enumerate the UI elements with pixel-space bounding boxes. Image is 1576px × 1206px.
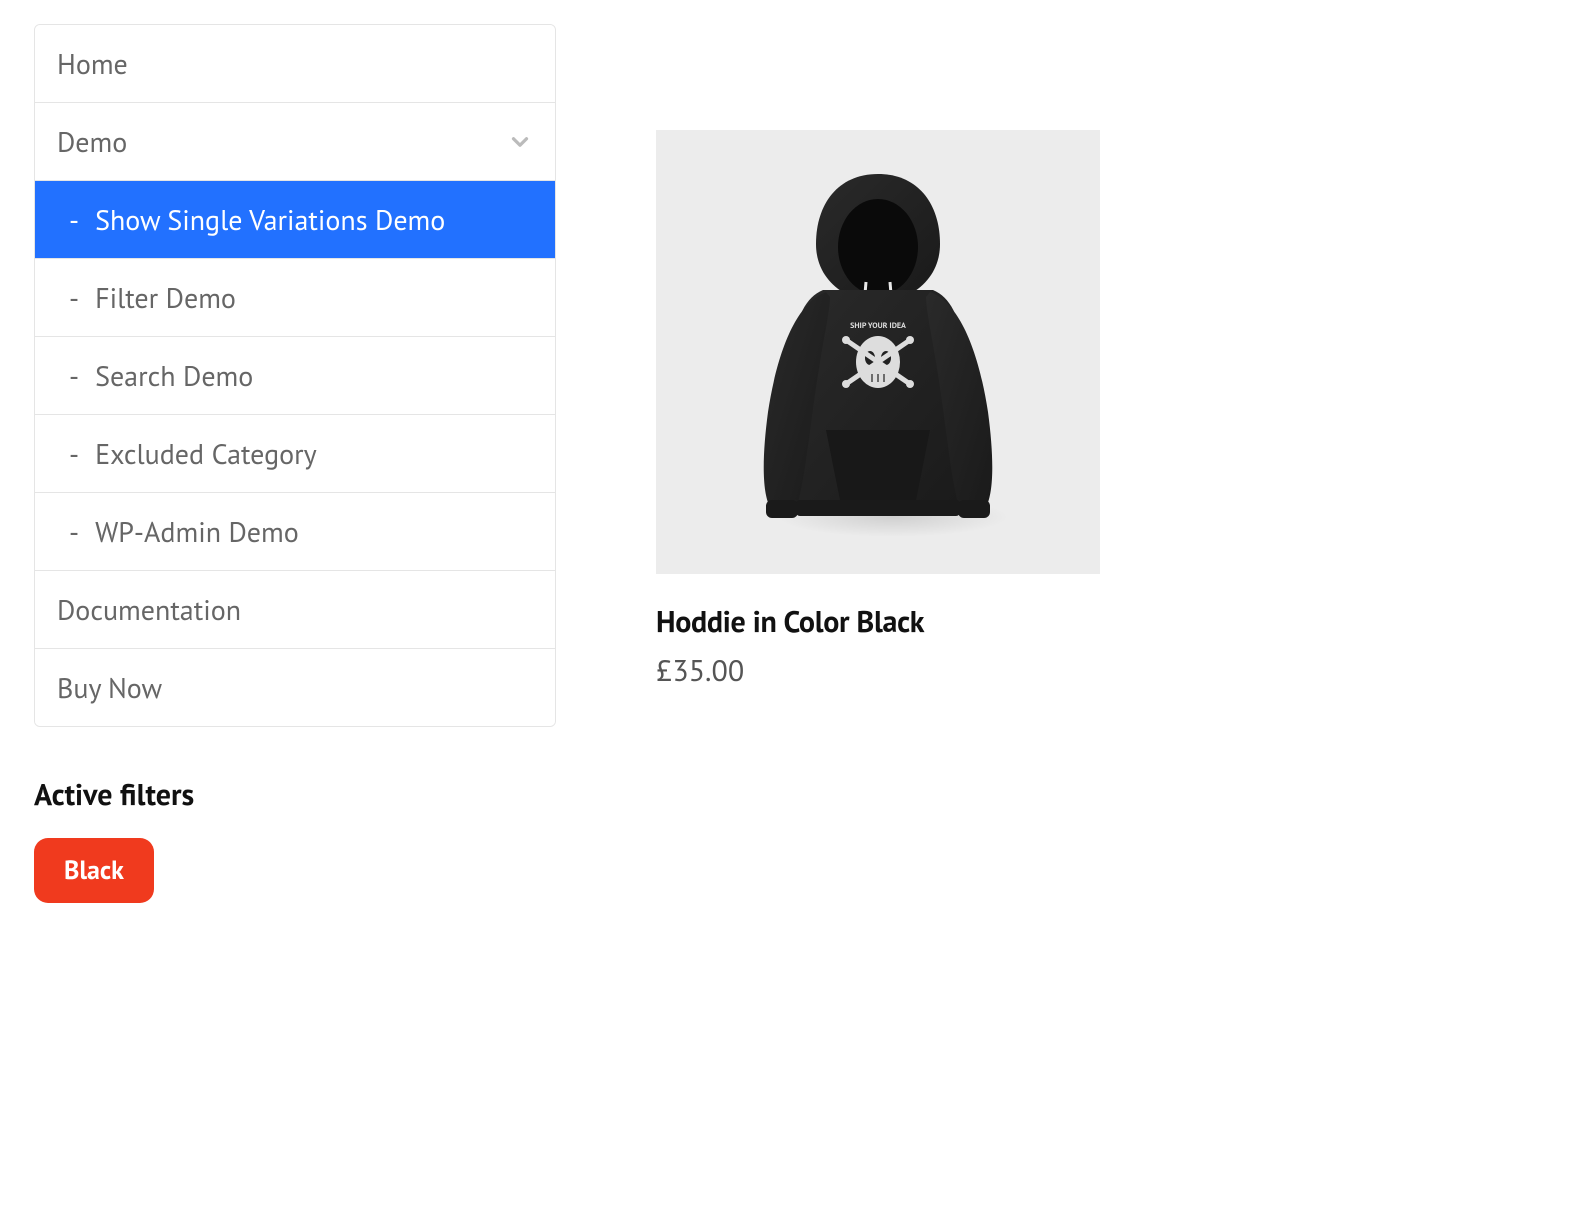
filter-chip-black[interactable]: Black — [34, 838, 154, 903]
dash-icon: - — [69, 357, 79, 394]
nav-item-documentation[interactable]: Documentation — [35, 571, 555, 649]
product-image: SHIP YOUR IDEA — [656, 130, 1100, 574]
nav-item-demo[interactable]: Demo — [35, 103, 555, 181]
nav-label-documentation: Documentation — [57, 591, 241, 628]
nav-item-buy-now[interactable]: Buy Now — [35, 649, 555, 726]
nav-sublabel: Excluded Category — [95, 435, 317, 472]
product-title: Hoddie in Color Black — [656, 602, 1100, 641]
nav-sublabel: Filter Demo — [95, 279, 236, 316]
nav-subitem-wpadmin-demo[interactable]: - WP-Admin Demo — [35, 493, 555, 571]
nav-menu: Home Demo - Show Single Variations Demo … — [34, 24, 556, 727]
nav-sublabel: Show Single Variations Demo — [95, 201, 445, 238]
product-card[interactable]: SHIP YOUR IDEA Hoddie in Color Black £35… — [656, 130, 1100, 690]
chevron-down-icon — [507, 129, 533, 155]
active-filters-section: Active filters Black — [34, 775, 556, 903]
nav-label-home: Home — [57, 45, 128, 82]
main-content: SHIP YOUR IDEA Hoddie in Color Black £35… — [656, 24, 1542, 903]
filter-chip-label: Black — [64, 854, 124, 887]
nav-subitem-excluded-category[interactable]: - Excluded Category — [35, 415, 555, 493]
dash-icon: - — [69, 279, 79, 316]
nav-label-buy-now: Buy Now — [57, 669, 162, 706]
nav-subitem-show-single-variations[interactable]: - Show Single Variations Demo — [35, 181, 555, 259]
dash-icon: - — [69, 201, 79, 238]
product-price: £35.00 — [656, 651, 1100, 690]
filters-heading: Active filters — [34, 775, 556, 814]
dash-icon: - — [69, 513, 79, 550]
nav-label-demo: Demo — [57, 123, 127, 160]
nav-subitem-filter-demo[interactable]: - Filter Demo — [35, 259, 555, 337]
dash-icon: - — [69, 435, 79, 472]
nav-subitem-search-demo[interactable]: - Search Demo — [35, 337, 555, 415]
nav-sublabel: WP-Admin Demo — [95, 513, 299, 550]
svg-text:SHIP YOUR IDEA: SHIP YOUR IDEA — [850, 321, 906, 331]
sidebar: Home Demo - Show Single Variations Demo … — [34, 24, 556, 903]
nav-item-home[interactable]: Home — [35, 25, 555, 103]
hoodie-icon: SHIP YOUR IDEA — [738, 162, 1018, 542]
nav-sublabel: Search Demo — [95, 357, 253, 394]
